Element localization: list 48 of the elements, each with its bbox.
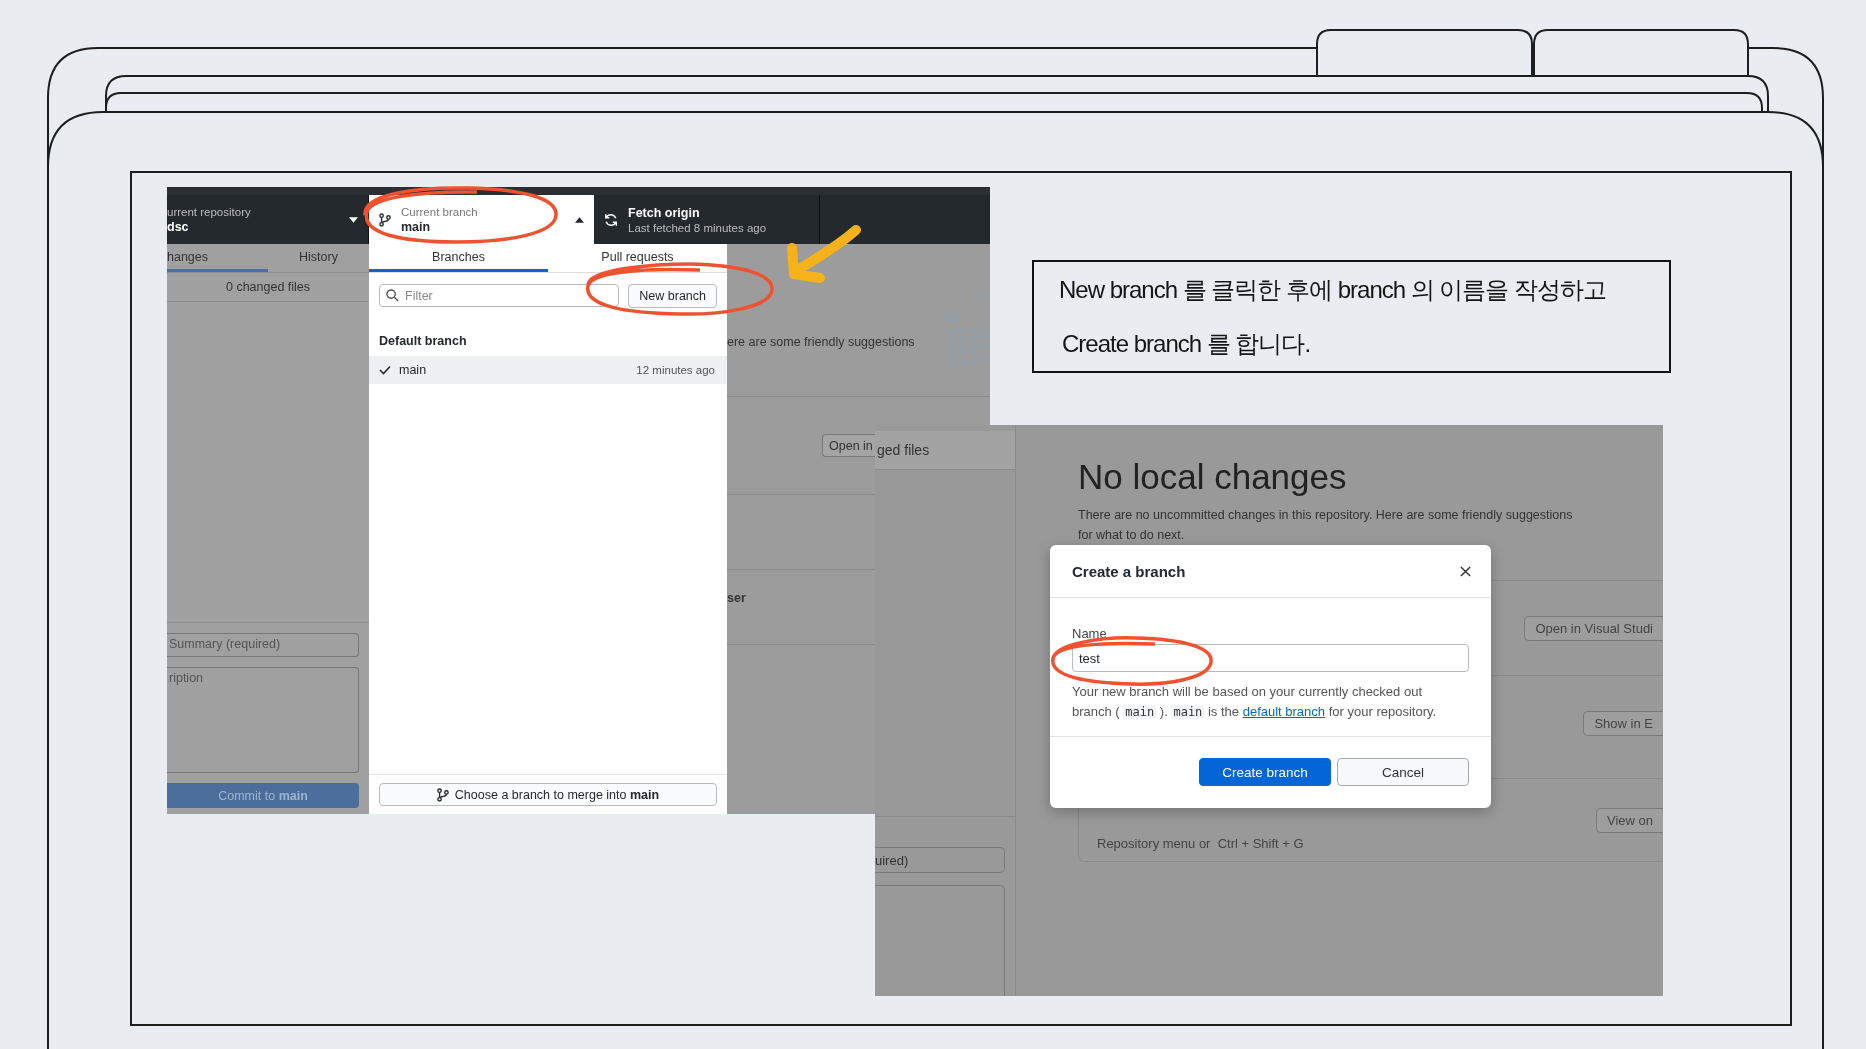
name-field[interactable]: test — [1072, 644, 1469, 672]
check-icon — [379, 365, 391, 375]
close-icon — [1460, 565, 1471, 577]
action-button[interactable]: Open in Visual Studi — [1524, 615, 1663, 641]
page-heading: No local changes — [1078, 457, 1348, 497]
description-field[interactable]: ription — [167, 667, 359, 773]
caption-text: Create branch 를 합니다. — [1061, 328, 1312, 359]
fetch-title: Fetch origin — [628, 205, 701, 220]
menu-tab[interactable]: Branches — [369, 244, 548, 272]
shortcut-hint: Repository menu or Ctrl + Shift + G — [1097, 836, 1304, 851]
summary-field[interactable]: uired) — [875, 847, 1005, 873]
merge-button[interactable]: Choose a branch to merge into main — [379, 783, 717, 806]
help-text: Your new branch will be based on your currently checked out branch ( main ). main is the default branch for your repository. — [1072, 683, 1438, 721]
changed-files-row: ged files — [875, 431, 1015, 470]
cancel-button[interactable]: Cancel — [1337, 758, 1469, 786]
branch-selector[interactable]: Current branch main — [369, 195, 594, 244]
caption-text: New branch 를 클릭한 후에 branch 의 이름을 작성하고 — [1059, 274, 1608, 305]
branch-icon — [379, 212, 391, 227]
menu-tab[interactable]: Pull requests — [548, 244, 727, 272]
summary-field[interactable]: Summary (required) — [167, 633, 359, 657]
fetch-status: Last fetched 8 minutes ago — [628, 221, 767, 234]
caret-up-icon — [575, 216, 584, 223]
refresh-icon — [604, 212, 618, 227]
action-button[interactable]: Show in E — [1583, 710, 1663, 736]
description-field[interactable] — [875, 885, 1005, 996]
repository-label: urrent repository — [167, 205, 251, 218]
action-button[interactable]: View on — [1596, 807, 1663, 833]
sidebar-tab[interactable]: History — [268, 244, 369, 272]
description-text: There are no uncommitted changes in this repository. Here are some friendly suggestions for what to do next. — [1078, 507, 1574, 544]
branch-icon — [436, 787, 449, 802]
search-icon — [386, 289, 399, 302]
new-branch-button[interactable]: New branch — [628, 284, 717, 308]
repository-name: dsc — [167, 219, 190, 234]
item-title: ser — [727, 591, 746, 605]
section-heading: Default branch — [378, 333, 468, 350]
caret-down-icon — [349, 216, 358, 223]
default-branch-link[interactable]: default branch — [1242, 704, 1326, 719]
dialog-title: Create a branch — [1072, 562, 1186, 580]
branch-item[interactable]: main 12 minutes ago — [369, 356, 727, 384]
sidebar-tab[interactable]: hanges — [167, 244, 268, 272]
suggestion-text: ere are some friendly suggestions — [727, 335, 915, 349]
create-branch-button[interactable]: Create branch — [1199, 758, 1331, 786]
branch-time: 12 minutes ago — [636, 364, 715, 376]
branch-name: main — [401, 219, 432, 234]
branch-label: Current branch — [401, 205, 479, 218]
branch-name: main — [399, 363, 428, 377]
field-label: Name — [1072, 626, 1108, 641]
filter-field[interactable]: Filter — [379, 284, 620, 307]
